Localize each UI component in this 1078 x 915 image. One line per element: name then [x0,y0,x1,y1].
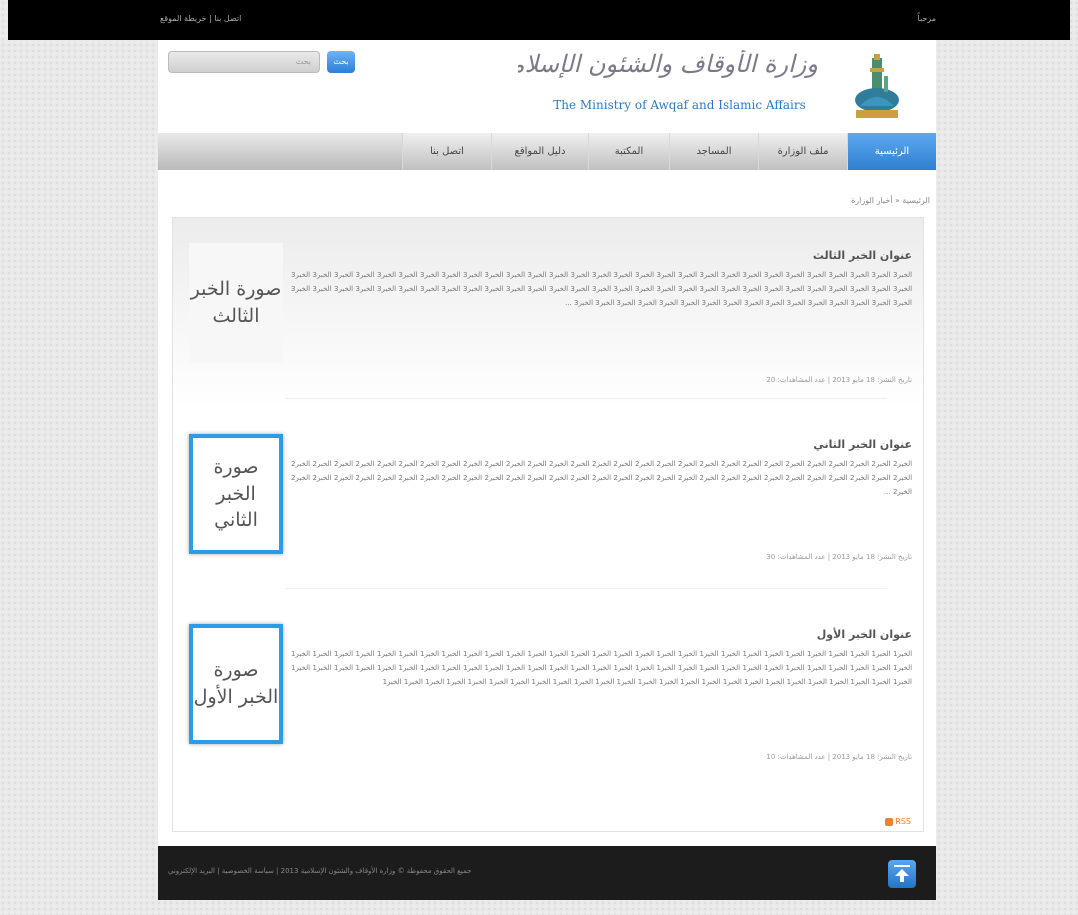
page-container: بحث بحث وزارة الأوقاف والشئون الإسلامية … [158,40,936,900]
news-meta: تاريخ النشر: 18 مايو 2013 | عدد المشاهدا… [766,553,912,561]
news-title[interactable]: عنوان الخبر الثالث [813,249,912,262]
news-item[interactable]: صورة الخبر الثالث عنوان الخبر الثالث الخ… [173,218,923,408]
news-list: صورة الخبر الثالث عنوان الخبر الثالث الخ… [172,217,924,832]
divider [285,588,887,589]
nav-item-home[interactable]: الرئيسية [847,133,936,170]
nav-item-contact[interactable]: اتصل بنا [402,133,491,170]
divider [285,398,887,399]
top-welcome: مرحباً [917,14,937,23]
news-excerpt: الخبر1 الخبر1 الخبر1 الخبر1 الخبر1 الخبر… [291,650,912,686]
rss-icon [884,817,893,826]
logo-arabic-text: وزارة الأوقاف والشئون الإسلامية [518,50,818,78]
news-thumbnail[interactable]: صورة الخبر الثالث [189,243,283,363]
search-button[interactable]: بحث [327,51,355,73]
footer-text[interactable]: جميع الحقوق محفوظة © وزارة الأوقاف والشئ… [168,867,471,875]
content-panel: الرئيسية « أخبار الوزارة صورة الخبر الثا… [158,170,936,846]
site-footer: جميع الحقوق محفوظة © وزارة الأوقاف والشئ… [158,846,936,900]
news-item[interactable]: صورة الخبر الأول عنوان الخبر الأول الخبر… [173,598,923,813]
scroll-top-button[interactable] [888,860,916,888]
nav-item-ministry[interactable]: ملف الوزارة [758,133,847,170]
news-excerpt: الخبر2 الخبر2 الخبر2 الخبر2 الخبر2 الخبر… [291,460,912,496]
search-input[interactable]: بحث [168,51,320,73]
nav-item-sites-directory[interactable]: دليل المواقع [491,133,588,170]
top-bar: اتصل بنا | خريطة الموقع مرحباً [8,0,1070,40]
thumbnail-text: صورة الخبر الأول [193,659,279,708]
thumbnail-text: صورة الخبر الثاني [213,456,259,532]
main-nav: الرئيسية ملف الوزارة المساجد المكتبة دلي… [158,133,936,170]
nav-item-library[interactable]: المكتبة [588,133,669,170]
news-excerpt: الخبر3 الخبر3 الخبر3 الخبر3 الخبر3 الخبر… [291,271,912,307]
nav-filler [158,133,402,170]
site-header: بحث بحث وزارة الأوقاف والشئون الإسلامية … [158,40,936,133]
thumbnail-text: صورة الخبر الثالث [190,278,282,327]
top-links[interactable]: اتصل بنا | خريطة الموقع [160,14,241,23]
logo-english-text: The Ministry of Awqaf and Islamic Affair… [553,98,806,112]
news-thumbnail[interactable]: صورة الخبر الأول [189,624,283,744]
arrow-up-icon [894,865,910,882]
rss-label: RSS [895,817,911,826]
breadcrumb[interactable]: الرئيسية « أخبار الوزارة [851,196,930,205]
mosque-emblem-icon [855,54,899,118]
news-item[interactable]: صورة الخبر الثاني عنوان الخبر الثاني الخ… [173,408,923,598]
news-title[interactable]: عنوان الخبر الأول [817,628,912,641]
news-meta: تاريخ النشر: 18 مايو 2013 | عدد المشاهدا… [766,753,912,761]
news-thumbnail[interactable]: صورة الخبر الثاني [189,434,283,554]
rss-link[interactable]: RSS [884,817,911,826]
news-meta: تاريخ النشر: 18 مايو 2013 | عدد المشاهدا… [766,376,912,384]
nav-item-mosques[interactable]: المساجد [669,133,758,170]
news-title[interactable]: عنوان الخبر الثاني [813,438,912,451]
